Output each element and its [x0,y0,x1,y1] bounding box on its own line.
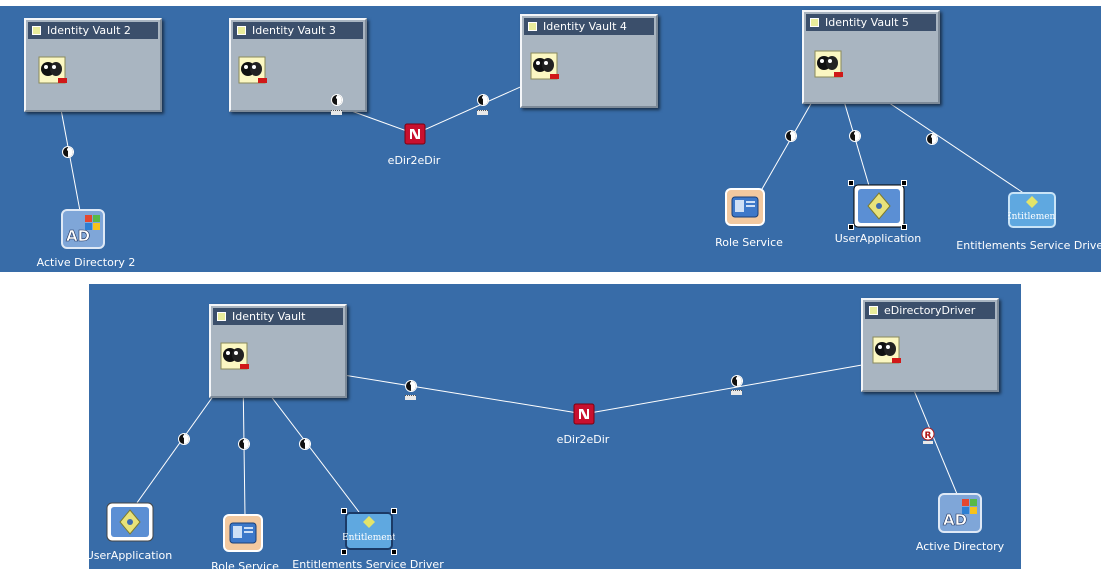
selection-handle[interactable] [391,549,397,555]
edir2edir-driver-icon[interactable] [573,403,595,425]
svg-text:R: R [925,431,932,441]
entitlements-driver-icon[interactable]: Entitlement [1008,192,1056,228]
vault-title: Identity Vault 4 [543,20,627,33]
role-service-label: Role Service [211,560,279,569]
driver-connection-icon[interactable] [238,438,250,450]
vault-title-bar: eDirectoryDriver [865,302,995,319]
active-directory-2-label: Active Directory 2 [36,256,136,269]
entitlement-icon-text: Entitlement [1008,212,1056,222]
vault-server-icon[interactable] [872,336,902,366]
vault-title: Identity Vault 5 [825,16,909,29]
selection-handle[interactable] [848,224,854,230]
vault-title: eDirectoryDriver [884,304,976,317]
ad-icon-text: AD [66,227,90,245]
selection-handle[interactable] [901,224,907,230]
selection-handle[interactable] [341,508,347,514]
edir2edir-label: eDir2eDir [387,154,441,167]
role-service-driver-icon[interactable] [725,188,765,226]
vault-title-bar: Identity Vault 2 [28,22,158,39]
selection-handle[interactable] [391,508,397,514]
active-directory-driver-icon[interactable]: AD [61,209,105,249]
vault-server-icon[interactable] [530,52,560,82]
driver-connection-icon[interactable] [405,380,417,392]
user-application-label: UserApplication [89,549,173,562]
filter-icon[interactable] [331,110,342,115]
vault-server-icon[interactable] [220,342,250,372]
vault-title-bar: Identity Vault 3 [233,22,363,39]
vault-title: Identity Vault 2 [47,24,131,37]
driver-connection-icon[interactable] [178,433,190,445]
active-directory-label: Active Directory [915,540,1005,553]
vault-title-icon [810,18,819,27]
driver-connection-icon[interactable] [62,146,74,158]
designer-canvas-bottom: Identity Vault eDirectoryDriver R eDir2e… [89,284,1021,569]
driver-connection-icon[interactable] [331,94,343,106]
filter-icon[interactable] [477,110,488,115]
vault-title: Identity Vault [232,310,306,323]
designer-canvas-top: Identity Vault 2 Identity Vault 3 Identi… [0,6,1101,272]
entitlements-service-driver-label: Entitlements Service Driver [292,558,444,569]
edir2edir-driver-icon[interactable] [404,123,426,145]
vault-title-bar: Identity Vault 4 [524,18,654,35]
user-application-label: UserApplication [834,232,922,245]
selection-handle[interactable] [848,180,854,186]
role-service-label: Role Service [715,236,783,249]
active-directory-driver-icon[interactable]: AD [938,493,982,533]
driver-connection-icon[interactable] [785,130,797,142]
entitlement-icon-text: Entitlement [343,533,395,543]
vault-title-icon [528,22,537,31]
user-application-driver-icon[interactable] [852,183,906,229]
remote-loader-icon[interactable]: R [921,427,935,445]
filter-icon[interactable] [405,395,416,400]
vault-title-icon [217,312,226,321]
vault-server-icon[interactable] [814,50,844,80]
edir2edir-label: eDir2eDir [556,433,610,446]
ad-icon-text: AD [943,511,967,529]
driver-connection-icon[interactable] [849,130,861,142]
role-service-driver-icon[interactable] [223,514,263,552]
user-application-driver-icon[interactable] [105,501,155,543]
entitlements-service-driver-label: Entitlements Service Driver [956,239,1101,252]
vault-server-icon[interactable] [238,56,268,86]
vault-title-icon [869,306,878,315]
vault-title-icon [32,26,41,35]
driver-connection-icon[interactable] [731,375,743,387]
entitlements-driver-icon[interactable]: Entitlement [343,510,395,552]
vault-title: Identity Vault 3 [252,24,336,37]
vault-title-icon [237,26,246,35]
driver-connection-icon[interactable] [926,133,938,145]
selection-handle[interactable] [901,180,907,186]
vault-server-icon[interactable] [38,56,68,86]
vault-title-bar: Identity Vault [213,308,343,325]
driver-connection-icon[interactable] [477,94,489,106]
vault-title-bar: Identity Vault 5 [806,14,936,31]
driver-connection-icon[interactable] [299,438,311,450]
selection-handle[interactable] [341,549,347,555]
filter-icon[interactable] [731,390,742,395]
